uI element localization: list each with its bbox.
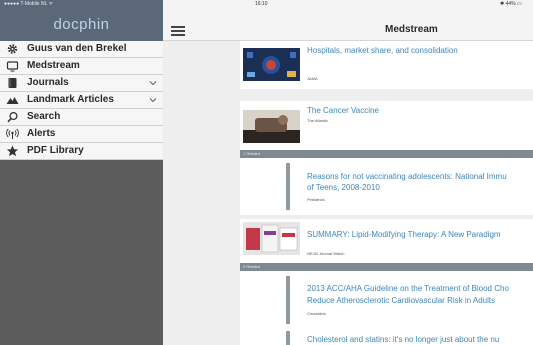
hamburger-icon[interactable] (171, 26, 185, 36)
feed-divider (240, 89, 533, 101)
docphin-logo[interactable]: docphin (0, 16, 163, 33)
related-source: Pediatrics (307, 197, 325, 202)
sidebar-item-search[interactable]: Search (0, 109, 163, 126)
related-count: 1 Related (243, 151, 261, 156)
sidebar-item-medstream[interactable]: Medstream (0, 58, 163, 75)
side-drawer: ●●●●● T-Mobile NL ᯤ docphin Guus van den… (0, 0, 163, 345)
related-bar[interactable]: 2 Related (240, 263, 533, 271)
brand-bar: ●●●●● T-Mobile NL ᯤ docphin (0, 0, 163, 41)
sidebar-item-alerts[interactable]: Alerts (0, 126, 163, 143)
article-title[interactable]: The Cancer Vaccine (307, 106, 379, 115)
related-article[interactable]: Cholesterol and statins: it's no longer … (240, 329, 533, 345)
related-title-line[interactable]: Reduce Atherosclerotic Cardiovascular Ri… (307, 295, 495, 306)
related-article[interactable]: Reasons for not vaccinating adolescents:… (240, 158, 533, 215)
related-stripe (286, 276, 290, 324)
sidebar-item-pdf-library[interactable]: PDF Library (0, 143, 163, 160)
sidebar-item-landmark-articles[interactable]: Landmark Articles (0, 92, 163, 109)
article-card[interactable]: SUMMARY: Lipid-Modifying Therapy: A New … (240, 219, 533, 262)
status-time: 16:10 (255, 1, 268, 7)
gear-icon (7, 44, 18, 54)
article-source: NEJM Journal Watch (307, 251, 345, 256)
article-thumbnail (243, 48, 300, 81)
search-icon (7, 111, 18, 123)
mountain-icon (6, 97, 19, 104)
related-stripe (286, 163, 290, 210)
article-feed[interactable]: Hospitals, market share, and consolidati… (240, 41, 533, 345)
top-navigation-bar: 16:10 ✱ 44% ▭ Medstream (163, 0, 533, 41)
sidebar-item-label: Medstream (27, 60, 80, 71)
sidebar-item-label: Search (27, 111, 61, 122)
related-title-line[interactable]: Reasons for not vaccinating adolescents:… (307, 171, 507, 182)
sidebar-item-label: Landmark Articles (27, 94, 114, 105)
article-thumbnail (243, 110, 300, 143)
sidebar-item-label: PDF Library (27, 145, 84, 156)
status-carrier: ●●●●● T-Mobile NL ᯤ (4, 1, 54, 7)
related-count: 2 Related (243, 264, 261, 269)
sidebar-item-label: Alerts (27, 128, 56, 139)
page-title: Medstream (385, 24, 438, 35)
article-card[interactable]: Hospitals, market share, and consolidati… (240, 41, 533, 89)
star-icon (6, 145, 19, 157)
broadcast-icon (6, 128, 19, 139)
article-source: The Atlantic (307, 118, 328, 123)
article-card[interactable]: The Cancer Vaccine The Atlantic (240, 101, 533, 149)
article-thumbnail (243, 222, 300, 255)
journal-icon (8, 78, 17, 88)
chevron-down-icon (149, 81, 157, 86)
article-source: JAMA (307, 76, 318, 81)
chevron-down-icon (149, 98, 157, 103)
related-title-line[interactable]: of Teens, 2008-2010 (307, 182, 380, 193)
related-stripe (286, 331, 290, 345)
related-article[interactable]: 2013 ACC/AHA Guideline on the Treatment … (240, 271, 533, 329)
sidebar-item-journals[interactable]: Journals (0, 75, 163, 92)
related-title-line[interactable]: Cholesterol and statins: it's no longer … (307, 334, 499, 345)
sidebar-item-label: Journals (27, 77, 69, 88)
sidebar-item-profile[interactable]: Guus van den Brekel (0, 41, 163, 58)
sidebar-menu: Guus van den Brekel Medstream Journals L… (0, 41, 163, 160)
related-title-line[interactable]: 2013 ACC/AHA Guideline on the Treatment … (307, 283, 509, 294)
monitor-icon (6, 61, 19, 72)
article-title[interactable]: Hospitals, market share, and consolidati… (307, 46, 458, 55)
article-title[interactable]: SUMMARY: Lipid-Modifying Therapy: A New … (307, 230, 501, 239)
sidebar-item-label: Guus van den Brekel (27, 43, 127, 54)
related-bar[interactable]: 1 Related (240, 150, 533, 158)
status-battery: ✱ 44% ▭ (500, 1, 522, 7)
related-source: Circulation (307, 311, 326, 316)
main-panel: 16:10 ✱ 44% ▭ Medstream Hospitals, marke… (163, 0, 533, 345)
